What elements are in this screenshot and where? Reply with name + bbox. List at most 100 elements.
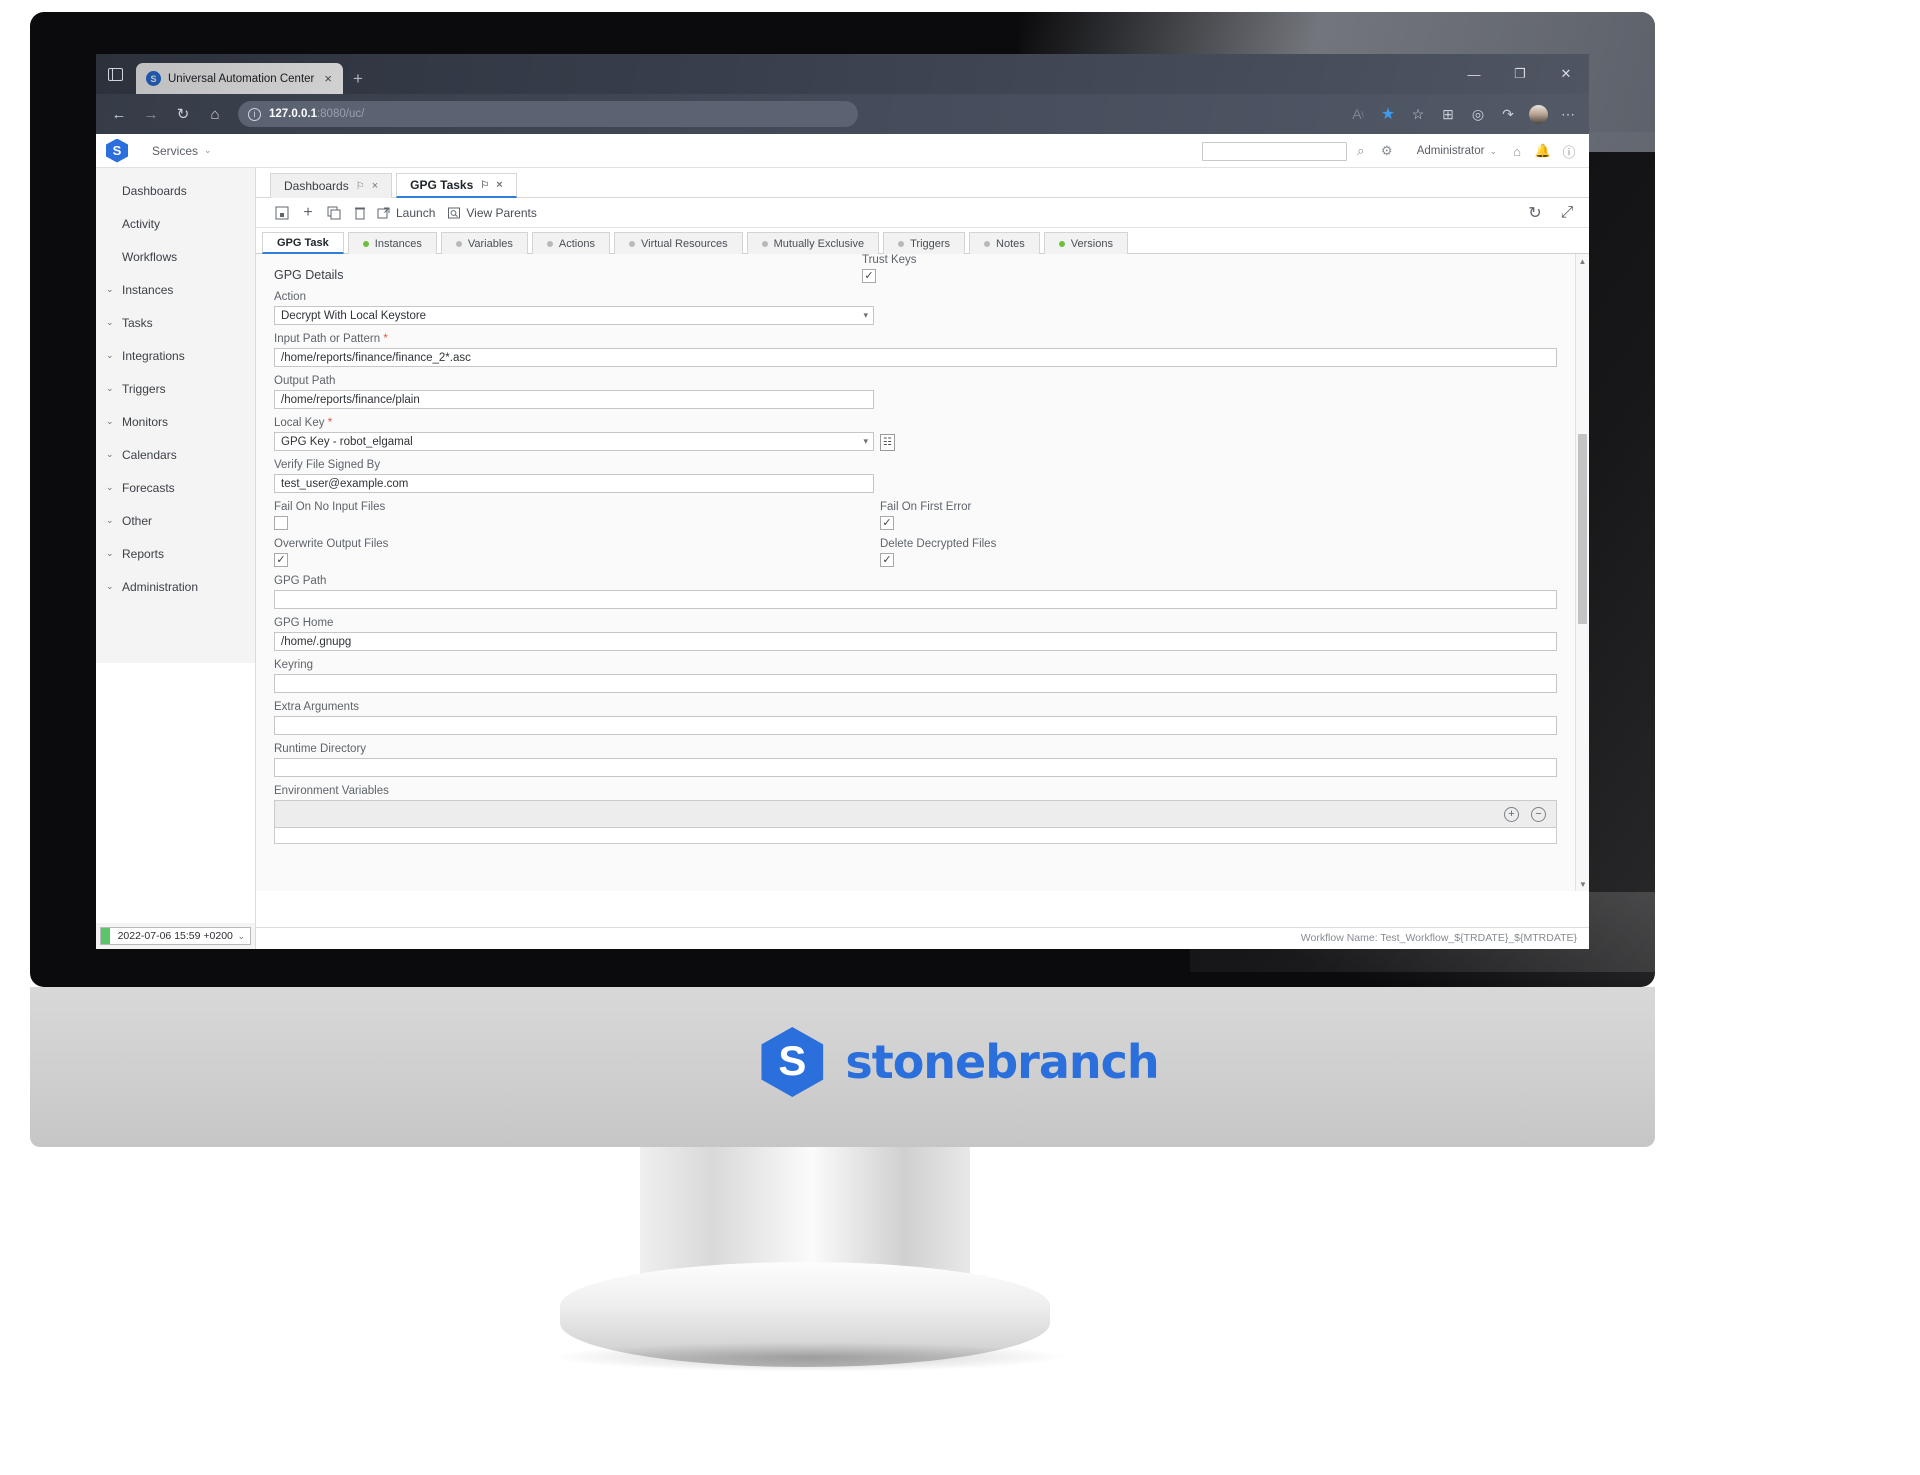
sidebar-item-tasks[interactable]: ⌄ Tasks: [96, 306, 255, 339]
share-icon[interactable]: ↷: [1493, 99, 1523, 129]
url-input[interactable]: i 127.0.0.1:8080/uc/: [238, 101, 858, 127]
browser-essentials-icon[interactable]: ◎: [1463, 99, 1493, 129]
help-icon[interactable]: ⓘ: [1557, 139, 1581, 163]
overwrite-output-files-checkbox[interactable]: ✓: [274, 553, 288, 567]
collections-icon[interactable]: ⊞: [1433, 99, 1463, 129]
avatar-image: [1528, 104, 1548, 124]
field-label-text: Input Path or Pattern: [274, 333, 381, 345]
delete-decrypted-files-checkbox[interactable]: ✓: [880, 553, 894, 567]
avatar[interactable]: [1523, 99, 1553, 129]
sidebar-item-dashboards[interactable]: Dashboards: [96, 174, 255, 207]
subtab-label: Variables: [467, 237, 513, 250]
copy-icon[interactable]: [322, 201, 346, 225]
gear-icon[interactable]: ⚙: [1375, 139, 1399, 163]
browser-tab-strip: S Universal Automation Center × + — ❐ ✕: [96, 54, 1589, 94]
close-icon[interactable]: ×: [496, 179, 502, 191]
fail-on-first-error-checkbox[interactable]: ✓: [880, 516, 894, 530]
window-restore-button[interactable]: ❐: [1497, 54, 1543, 94]
sidebar-item-administration[interactable]: ⌄ Administration: [96, 570, 255, 603]
field-label: GPG Path: [274, 575, 327, 587]
services-menu[interactable]: Services ⌄: [152, 144, 212, 158]
pin-icon[interactable]: ⚐: [356, 181, 365, 192]
sidebar-item-other[interactable]: ⌄ Other: [96, 504, 255, 537]
verify-signed-by-field[interactable]: test_user@example.com: [274, 474, 874, 493]
trust-keys-checkbox[interactable]: ✓: [862, 269, 876, 283]
tab-gpg-tasks[interactable]: GPG Tasks ⚐ ×: [396, 173, 517, 198]
vertical-scrollbar[interactable]: ▲ ▼: [1575, 254, 1589, 891]
launch-button[interactable]: Launch: [374, 201, 442, 225]
input-path-field[interactable]: /home/reports/finance/finance_2*.asc: [274, 348, 1557, 367]
sidebar-item-workflows[interactable]: Workflows: [96, 240, 255, 273]
field-label: Environment Variables: [274, 785, 389, 797]
runtime-directory-field[interactable]: [274, 758, 1557, 777]
window-close-button[interactable]: ✕: [1543, 54, 1589, 94]
sidebar-item-instances[interactable]: ⌄ Instances: [96, 273, 255, 306]
bell-icon[interactable]: 🔔: [1531, 139, 1555, 163]
chevron-down-icon: ⌄: [106, 581, 114, 591]
sidebar-item-monitors[interactable]: ⌄ Monitors: [96, 405, 255, 438]
window-minimize-button[interactable]: —: [1451, 54, 1497, 94]
read-aloud-icon[interactable]: A \: [1343, 99, 1373, 129]
search-input[interactable]: [1201, 141, 1347, 161]
favorite-filled-icon[interactable]: ★: [1373, 99, 1403, 129]
browser-tab[interactable]: S Universal Automation Center ×: [136, 63, 343, 94]
sidebar-item-reports[interactable]: ⌄ Reports: [96, 537, 255, 570]
gpg-path-field[interactable]: [274, 590, 1557, 609]
gpg-home-field[interactable]: /home/.gnupg: [274, 632, 1557, 651]
scroll-up-icon[interactable]: ▲: [1576, 254, 1589, 268]
tab-sidebar-toggle-icon[interactable]: [96, 54, 134, 94]
sidebar-item-calendars[interactable]: ⌄ Calendars: [96, 438, 255, 471]
sidebar-item-integrations[interactable]: ⌄ Integrations: [96, 339, 255, 372]
keyring-field[interactable]: [274, 674, 1557, 693]
subtab-gpg-task[interactable]: GPG Task: [262, 232, 344, 254]
browser-tab-close-icon[interactable]: ×: [321, 70, 335, 87]
search-icon[interactable]: ⌕: [1349, 139, 1373, 163]
scroll-down-icon[interactable]: ▼: [1576, 877, 1589, 891]
subtab-variables[interactable]: Variables: [440, 232, 528, 254]
subtab-instances[interactable]: Instances: [347, 232, 437, 254]
action-select[interactable]: Decrypt With Local Keystore ▾: [274, 306, 874, 325]
sidebar-item-triggers[interactable]: ⌄ Triggers: [96, 372, 255, 405]
forward-icon[interactable]: →: [136, 99, 166, 129]
remove-row-icon[interactable]: −: [1531, 806, 1546, 822]
save-icon[interactable]: [270, 201, 294, 225]
delete-icon[interactable]: [348, 201, 372, 225]
subtab-notes[interactable]: Notes: [969, 232, 1040, 254]
pin-icon[interactable]: ⚐: [480, 180, 489, 191]
home-icon[interactable]: ⌂: [1505, 139, 1529, 163]
add-row-icon[interactable]: +: [1504, 806, 1519, 822]
hexagon-shape: S: [761, 1027, 824, 1097]
scrollbar-thumb[interactable]: [1578, 434, 1587, 624]
status-dot-icon: [761, 240, 768, 247]
environment-variables-table-row[interactable]: [274, 828, 1557, 844]
sidebar-item-activity[interactable]: Activity: [96, 207, 255, 240]
subtab-versions[interactable]: Versions: [1043, 232, 1128, 254]
subtab-mutually-exclusive[interactable]: Mutually Exclusive: [746, 232, 880, 254]
expand-icon[interactable]: ⤢: [1555, 201, 1579, 225]
view-parents-button[interactable]: View Parents: [444, 201, 543, 225]
site-info-icon[interactable]: i: [248, 107, 261, 121]
close-icon[interactable]: ×: [372, 180, 378, 192]
subtab-virtual-resources[interactable]: Virtual Resources: [613, 232, 743, 254]
subtab-actions[interactable]: Actions: [531, 232, 610, 254]
subtab-triggers[interactable]: Triggers: [883, 232, 966, 254]
reload-icon[interactable]: ↻: [168, 99, 198, 129]
user-menu[interactable]: Administrator ⌄: [1417, 145, 1497, 157]
favorites-add-icon[interactable]: ☆: [1403, 99, 1433, 129]
tab-dashboards[interactable]: Dashboards ⚐ ×: [270, 173, 393, 198]
brand-name: stonebranch: [845, 1035, 1159, 1089]
extra-arguments-field[interactable]: [274, 716, 1557, 735]
back-icon[interactable]: ←: [104, 99, 134, 129]
sidebar-item-forecasts[interactable]: ⌄ Forecasts: [96, 471, 255, 504]
local-key-picker-icon[interactable]: ☷: [880, 434, 895, 451]
home-icon[interactable]: ⌂: [200, 99, 230, 129]
output-path-field[interactable]: /home/reports/finance/plain: [274, 390, 874, 409]
app-logo-icon[interactable]: S: [106, 138, 128, 163]
refresh-icon[interactable]: ↻: [1523, 201, 1547, 225]
local-key-select[interactable]: GPG Key - robot_elgamal ▾: [274, 432, 874, 451]
date-time-select[interactable]: 2022-07-06 15:59 +0200 ⌄: [100, 927, 251, 945]
fail-on-no-input-files-checkbox[interactable]: [274, 516, 288, 530]
new-record-icon[interactable]: +: [296, 201, 320, 225]
browser-settings-more-icon[interactable]: ⋯: [1553, 99, 1583, 129]
new-tab-button[interactable]: +: [343, 63, 373, 94]
